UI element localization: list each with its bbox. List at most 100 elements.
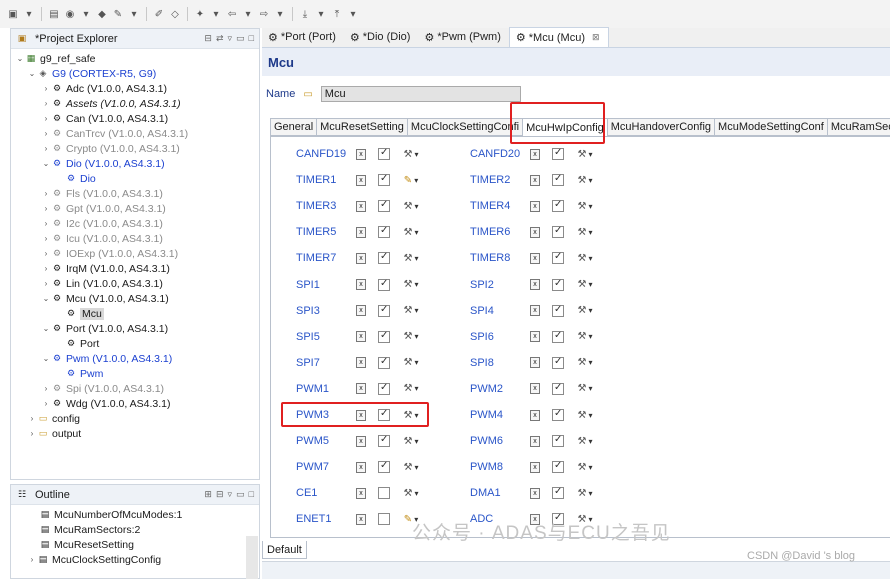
enable-checkbox[interactable] (551, 382, 565, 396)
chevron-down-icon[interactable]: ▾ (79, 7, 93, 21)
tree-item[interactable]: ⌄ ⚙ Mcu (V1.0.0, AS4.3.1) (11, 291, 259, 306)
tree-item[interactable]: › ⚙ Gpt (V1.0.0, AS4.3.1) (11, 201, 259, 216)
config-menu-button[interactable]: ⚒ ▾ (574, 330, 596, 344)
default-value-icon[interactable]: x (528, 225, 542, 239)
generate-icon[interactable]: ◇ (168, 7, 182, 21)
tab-dio[interactable]: ⚙ *Dio (Dio) (344, 27, 419, 47)
config-menu-button[interactable]: ⚒ ▾ (574, 173, 596, 187)
tree-item[interactable]: › ⚙ Adc (V1.0.0, AS4.3.1) (11, 81, 259, 96)
tree-item[interactable]: › ⚙ Can (V1.0.0, AS4.3.1) (11, 111, 259, 126)
chevron-down-icon[interactable]: ▾ (346, 7, 360, 21)
tree-item[interactable]: › ⚙ Lin (V1.0.0, AS4.3.1) (11, 276, 259, 291)
outline-scrollbar[interactable] (246, 536, 258, 579)
enable-checkbox[interactable] (377, 356, 391, 370)
default-value-icon[interactable]: x (528, 408, 542, 422)
chevron-right-icon[interactable]: › (41, 399, 51, 408)
expand-all-icon[interactable]: ⊞ (204, 489, 212, 500)
default-value-icon[interactable]: x (354, 251, 368, 265)
enable-checkbox[interactable] (377, 486, 391, 500)
minimize-icon[interactable]: ▭ (236, 489, 245, 500)
subtab-mcu-reset-setting[interactable]: McuResetSetting (317, 118, 408, 136)
maximize-icon[interactable]: □ (249, 489, 254, 500)
enable-checkbox[interactable] (377, 147, 391, 161)
outline-item[interactable]: ▤ McuResetSetting (11, 537, 259, 552)
tab-pwm[interactable]: ⚙ *Pwm (Pwm) (418, 27, 508, 47)
tree-item[interactable]: ⌄ ▦ g9_ref_safe (11, 51, 259, 66)
chevron-right-icon[interactable]: › (41, 264, 51, 273)
default-value-icon[interactable]: x (528, 173, 542, 187)
tab-mcu[interactable]: ⚙ *Mcu (Mcu) ⊠ (508, 27, 609, 47)
config-menu-button[interactable]: ⚒ ▾ (574, 199, 596, 213)
chevron-right-icon[interactable]: › (41, 234, 51, 243)
chevron-right-icon[interactable]: › (41, 99, 51, 108)
tree-item-selected[interactable]: ⚙ Mcu (11, 306, 259, 321)
enable-checkbox[interactable] (551, 173, 565, 187)
default-value-icon[interactable]: x (528, 486, 542, 500)
default-value-icon[interactable]: x (354, 356, 368, 370)
enable-checkbox[interactable] (551, 356, 565, 370)
config-menu-button[interactable]: ⚒ ▾ (574, 486, 596, 500)
enable-checkbox[interactable] (377, 460, 391, 474)
chevron-right-icon[interactable]: › (41, 84, 51, 93)
config-menu-button[interactable]: ⚒ ▾ (400, 356, 422, 370)
default-value-icon[interactable]: x (528, 304, 542, 318)
enable-checkbox[interactable] (551, 486, 565, 500)
config-menu-button[interactable]: ⚒ ▾ (400, 251, 422, 265)
enable-checkbox[interactable] (377, 512, 391, 526)
enable-checkbox[interactable] (377, 173, 391, 187)
default-value-icon[interactable]: x (528, 460, 542, 474)
chevron-down-icon[interactable]: ⌄ (41, 294, 51, 303)
tree-item[interactable]: › ⚙ I2c (V1.0.0, AS4.3.1) (11, 216, 259, 231)
default-value-icon[interactable]: x (354, 199, 368, 213)
default-value-icon[interactable]: x (354, 173, 368, 187)
save-icon[interactable]: ▤ (47, 7, 61, 21)
chevron-right-icon[interactable]: › (41, 384, 51, 393)
enable-checkbox[interactable] (551, 147, 565, 161)
config-menu-button[interactable]: ⚒ ▾ (400, 199, 422, 213)
enable-checkbox[interactable] (551, 225, 565, 239)
view-menu-icon[interactable]: ▿ (228, 33, 233, 44)
chevron-right-icon[interactable]: › (41, 144, 51, 153)
chevron-right-icon[interactable]: › (41, 204, 51, 213)
enable-checkbox[interactable] (377, 278, 391, 292)
config-menu-button[interactable]: ⚒ ▾ (400, 382, 422, 396)
tree-item[interactable]: ⚙ Pwm (11, 366, 259, 381)
default-value-icon[interactable]: x (528, 278, 542, 292)
collapse-all-icon[interactable]: ⊟ (216, 489, 224, 500)
enable-checkbox[interactable] (551, 408, 565, 422)
enable-checkbox[interactable] (377, 304, 391, 318)
config-menu-button[interactable]: ⚒ ▾ (400, 460, 422, 474)
chevron-right-icon[interactable]: › (27, 555, 37, 564)
enable-checkbox[interactable] (377, 251, 391, 265)
edit-icon[interactable]: ✐ (152, 7, 166, 21)
tree-item[interactable]: › ⚙ IrqM (V1.0.0, AS4.3.1) (11, 261, 259, 276)
name-field[interactable]: Mcu (320, 86, 521, 102)
tree-item[interactable]: › ▭ config (11, 411, 259, 426)
enable-checkbox[interactable] (551, 460, 565, 474)
chevron-right-icon[interactable]: › (41, 279, 51, 288)
config-menu-button[interactable]: ⚒ ▾ (400, 278, 422, 292)
chevron-right-icon[interactable]: › (41, 114, 51, 123)
config-menu-button[interactable]: ⚒ ▾ (400, 304, 422, 318)
chevron-down-icon[interactable]: ▾ (241, 7, 255, 21)
chevron-down-icon[interactable]: ⌄ (41, 159, 51, 168)
tree-item[interactable]: › ⚙ Fls (V1.0.0, AS4.3.1) (11, 186, 259, 201)
config-menu-button[interactable]: ⚒ ▾ (574, 225, 596, 239)
config-menu-button[interactable]: ⚒ ▾ (574, 434, 596, 448)
config-menu-button[interactable]: ⚒ ▾ (400, 434, 422, 448)
enable-checkbox[interactable] (377, 225, 391, 239)
config-menu-button[interactable]: ✎ ▾ (400, 173, 422, 187)
default-value-icon[interactable]: x (528, 251, 542, 265)
chevron-down-icon[interactable]: ▾ (314, 7, 328, 21)
chevron-right-icon[interactable]: › (27, 429, 37, 438)
chevron-right-icon[interactable]: › (41, 249, 51, 258)
link-editor-icon[interactable]: ⇄ (216, 33, 224, 44)
config-menu-button[interactable]: ⚒ ▾ (574, 147, 596, 161)
enable-checkbox[interactable] (551, 199, 565, 213)
chevron-right-icon[interactable]: › (41, 129, 51, 138)
enable-checkbox[interactable] (377, 330, 391, 344)
enable-checkbox[interactable] (377, 382, 391, 396)
back-icon[interactable]: ⇦ (225, 7, 239, 21)
subtab-general[interactable]: General (270, 118, 318, 136)
outline-item[interactable]: ▤ McuRamSectors:2 (11, 522, 259, 537)
